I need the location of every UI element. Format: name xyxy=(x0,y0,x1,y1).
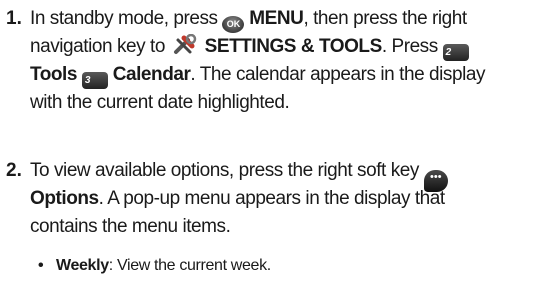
bullet-term: Weekly xyxy=(56,257,109,274)
right-soft-key-icon: ••• xyxy=(423,170,448,192)
bullet-description: : View the current week. xyxy=(108,257,271,274)
step-1-line-3: Tools 3 Calendar. The calendar appears i… xyxy=(30,61,533,89)
text: contains the menu items. xyxy=(30,216,231,237)
step-1-line-1: In standby mode, press OK MENU, then pre… xyxy=(30,5,533,33)
text: In standby mode, press xyxy=(30,8,223,29)
options-label: Options xyxy=(30,188,99,209)
text: To view available options, press the rig… xyxy=(30,160,419,181)
manual-page: 1. In standby mode, press OK MENU, then … xyxy=(0,0,539,282)
calendar-label: Calendar xyxy=(112,64,191,85)
step-2-line-2: Options. A pop-up menu appears in the di… xyxy=(30,185,533,213)
menu-label: MENU xyxy=(249,8,304,29)
key-3-icon: 3 xyxy=(81,72,108,89)
step-number: 1. xyxy=(6,8,22,29)
step-1-text: In standby mode, press OK MENU, then pre… xyxy=(30,5,533,117)
text: . Press xyxy=(381,36,438,57)
text: , then press the right xyxy=(303,8,467,29)
step-2-text: To view available options, press the rig… xyxy=(30,157,533,241)
bullet-item-weekly: • Weekly: View the current week. xyxy=(38,254,271,278)
bullet-icon: • xyxy=(38,257,44,274)
text: with the current date highlighted. xyxy=(30,92,290,113)
text: . A pop-up menu appears in the display t… xyxy=(98,188,446,209)
settings-tools-label: SETTINGS & TOOLS xyxy=(204,36,383,57)
ok-key-icon: OK xyxy=(222,16,245,33)
step-1-line-4: with the current date highlighted. xyxy=(30,89,533,117)
step-2-line-3: contains the menu items. xyxy=(30,213,533,241)
text: navigation key to xyxy=(30,36,170,57)
step-number: 2. xyxy=(6,160,22,181)
key-2-icon: 2 xyxy=(442,44,469,61)
tools-label: Tools xyxy=(30,64,78,85)
step-2-line-1: To view available options, press the rig… xyxy=(30,157,533,192)
step-1-line-2: navigation key to SETTINGS & TOOLS. Pres… xyxy=(30,33,533,61)
settings-tools-icon xyxy=(170,33,200,56)
text: . The calendar appears in the display xyxy=(190,64,486,85)
